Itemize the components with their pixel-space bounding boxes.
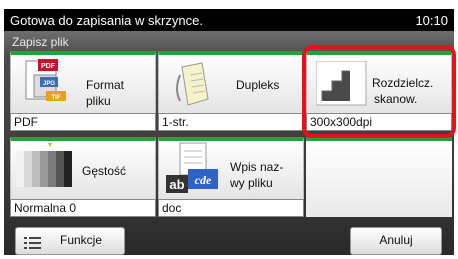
status-bar: Gotowa do zapisania w skrzynce. 10:10 xyxy=(4,9,454,31)
cancel-button-label: Anuluj xyxy=(379,233,413,247)
tile-label-line2: pliku xyxy=(86,94,111,108)
highlight-frame xyxy=(302,45,456,138)
functions-button[interactable]: Funkcje xyxy=(15,227,125,255)
cde-text: cde xyxy=(195,173,212,187)
tile-file-format[interactable]: PDF JPG TIF Format pliku PDF xyxy=(10,51,156,131)
tile-label-line1: Gęstość xyxy=(82,164,127,178)
tile-label-line1: Wpis naz- xyxy=(230,160,284,174)
tif-badge-text: TIF xyxy=(52,95,61,101)
jpg-badge-text: JPG xyxy=(43,81,55,87)
status-message: Gotowa do zapisania w skrzynce. xyxy=(10,12,203,28)
list-menu-icon xyxy=(24,237,41,249)
tile-label-line1: Dupleks xyxy=(236,78,280,92)
file-format-icon: PDF JPG TIF xyxy=(25,59,66,101)
tile-value: doc xyxy=(158,199,304,217)
filename-entry-icon: ab cde xyxy=(166,142,218,193)
functions-button-label: Funkcje xyxy=(60,233,103,247)
tile-value: PDF xyxy=(10,113,156,131)
duplex-icon xyxy=(176,62,209,106)
pdf-badge-text: PDF xyxy=(41,63,56,70)
tile-empty xyxy=(306,137,452,217)
tile-duplex[interactable]: Dupleks 1-str. xyxy=(158,51,304,131)
panel-title: Zapisz plik xyxy=(12,35,69,49)
tile-label-line2: wy pliku xyxy=(230,176,273,190)
density-icon xyxy=(16,143,72,187)
tile-value: Normalna 0 xyxy=(10,199,156,217)
ab-text: ab xyxy=(169,177,184,192)
screen: Gotowa do zapisania w skrzynce. 10:10 Za… xyxy=(0,0,458,259)
tile-value: 1-str. xyxy=(158,113,304,131)
clock: 10:10 xyxy=(415,12,448,28)
tile-filename-entry[interactable]: ab cde Wpis naz- wy pliku doc xyxy=(158,137,304,217)
tile-label-line1: Format xyxy=(86,78,125,92)
tile-density[interactable]: Gęstość Normalna 0 xyxy=(10,137,156,217)
cancel-button[interactable]: Anuluj xyxy=(350,227,442,255)
